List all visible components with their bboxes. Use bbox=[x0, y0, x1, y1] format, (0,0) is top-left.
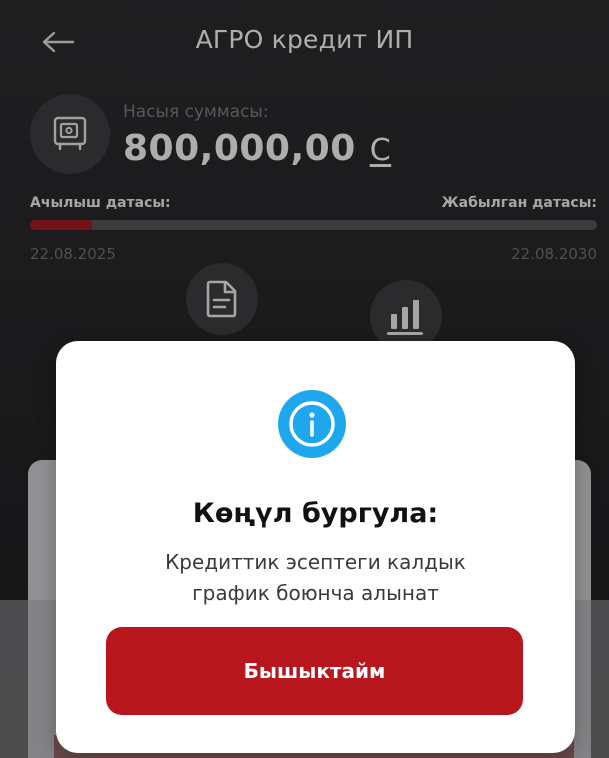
info-circle-graphic bbox=[278, 390, 346, 458]
confirm-button[interactable]: Бышыктайм bbox=[106, 627, 523, 715]
dialog-message-line: Кредиттик эсептеги калдык bbox=[165, 550, 466, 574]
dialog-message: Кредиттик эсептеги калдык график боюнча … bbox=[96, 547, 535, 609]
info-icon bbox=[277, 389, 347, 459]
dialog-title: Көңүл бургула: bbox=[192, 498, 439, 529]
info-dialog: Көңүл бургула: Кредиттик эсептеги калдык… bbox=[56, 341, 575, 753]
dialog-message-line: график боюнча алынат bbox=[192, 581, 439, 605]
